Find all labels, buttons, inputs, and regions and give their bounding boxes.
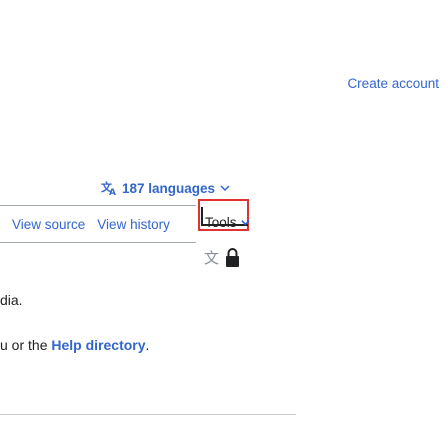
translate-icon: 文 A [101, 180, 117, 196]
page-tabs: View source View history [0, 206, 170, 242]
tools-menu-button[interactable]: Tools [205, 215, 250, 230]
svg-text:文: 文 [204, 249, 219, 267]
tab-view-source[interactable]: View source [12, 217, 85, 232]
page-status-icons: 文 [203, 247, 247, 274]
help-directory-link[interactable]: Help directory [51, 337, 145, 353]
tabs-bottom-divider [0, 242, 196, 243]
svg-text:A: A [109, 188, 116, 196]
chevron-down-icon [240, 215, 250, 230]
help-prefix-text: u or the [0, 337, 52, 353]
protection-icon: 文 [203, 248, 247, 273]
language-count-label: 187 languages [122, 180, 216, 196]
chevron-down-icon [220, 183, 230, 193]
tools-label: Tools [205, 215, 237, 230]
help-suffix-text: . [145, 337, 150, 353]
create-account-link[interactable]: Create account [347, 76, 439, 91]
language-button[interactable]: 文 A 187 languages [101, 180, 230, 196]
content-divider [0, 414, 296, 415]
help-text-line: u or the Help directory. [0, 337, 149, 353]
tab-view-history[interactable]: View history [97, 217, 170, 232]
content-fragment: dia. [0, 292, 23, 308]
